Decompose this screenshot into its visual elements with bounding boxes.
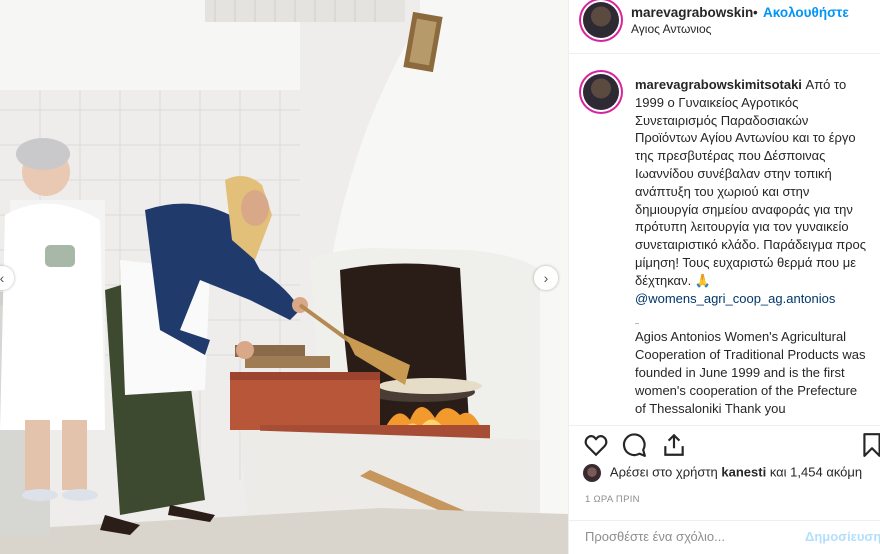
liker-avatar: [583, 464, 601, 482]
post-photo[interactable]: ‹ ›: [0, 0, 568, 554]
carousel-next-button[interactable]: ›: [534, 266, 558, 290]
heart-icon[interactable]: [583, 432, 609, 458]
post-timestamp[interactable]: 1 ΩΡΑ ΠΡΙΝ: [585, 494, 640, 505]
likes-summary[interactable]: Αρέσει στο χρήστη kanesti και 1,454 ακόμ…: [583, 464, 880, 486]
share-icon[interactable]: [661, 432, 687, 458]
location-link[interactable]: Αγιος Αντωνιος: [631, 22, 711, 36]
post-header: marevagrabowskin • Ακολουθήστε Αγιος Αντ…: [569, 0, 880, 54]
chevron-right-icon: ›: [543, 270, 549, 286]
caption-greek-text: Από το 1999 ο Γυναικείος Αγροτικός Συνετ…: [635, 77, 867, 288]
caption-mention[interactable]: @womens_agri_coop_ag.antonios: [635, 290, 871, 308]
caption-english-text: Agios Antonios Women's Agricultural Coop…: [635, 329, 866, 416]
comments-area[interactable]: marevagrabowskimitsotaki Από το 1999 ο Γ…: [569, 54, 880, 426]
header-username[interactable]: marevagrabowskin: [631, 5, 753, 20]
post-image: [0, 0, 568, 554]
caption-divider: [635, 307, 639, 325]
caption-avatar[interactable]: [583, 74, 619, 110]
caption-username[interactable]: marevagrabowskimitsotaki: [635, 77, 802, 92]
avatar[interactable]: [583, 2, 619, 38]
post-caption: marevagrabowskimitsotaki Από το 1999 ο Γ…: [635, 76, 871, 417]
post-comment-button[interactable]: Δημοσίευση: [805, 529, 880, 544]
header-separator: •: [753, 5, 758, 20]
follow-button[interactable]: Ακολουθήστε: [763, 5, 849, 20]
likes-prefix: Αρέσει στο χρήστη: [609, 464, 718, 480]
comment-bar: Δημοσίευση: [569, 520, 880, 554]
post-actions: [569, 426, 880, 466]
chevron-left-icon: ‹: [0, 270, 5, 286]
likes-user[interactable]: kanesti: [721, 464, 766, 479]
bookmark-icon[interactable]: [859, 432, 880, 458]
post-side-panel: marevagrabowskin • Ακολουθήστε Αγιος Αντ…: [568, 0, 880, 554]
likes-suffix[interactable]: και 1,454 ακόμη: [770, 464, 862, 479]
comment-input[interactable]: [585, 529, 785, 544]
comment-icon[interactable]: [621, 432, 647, 458]
